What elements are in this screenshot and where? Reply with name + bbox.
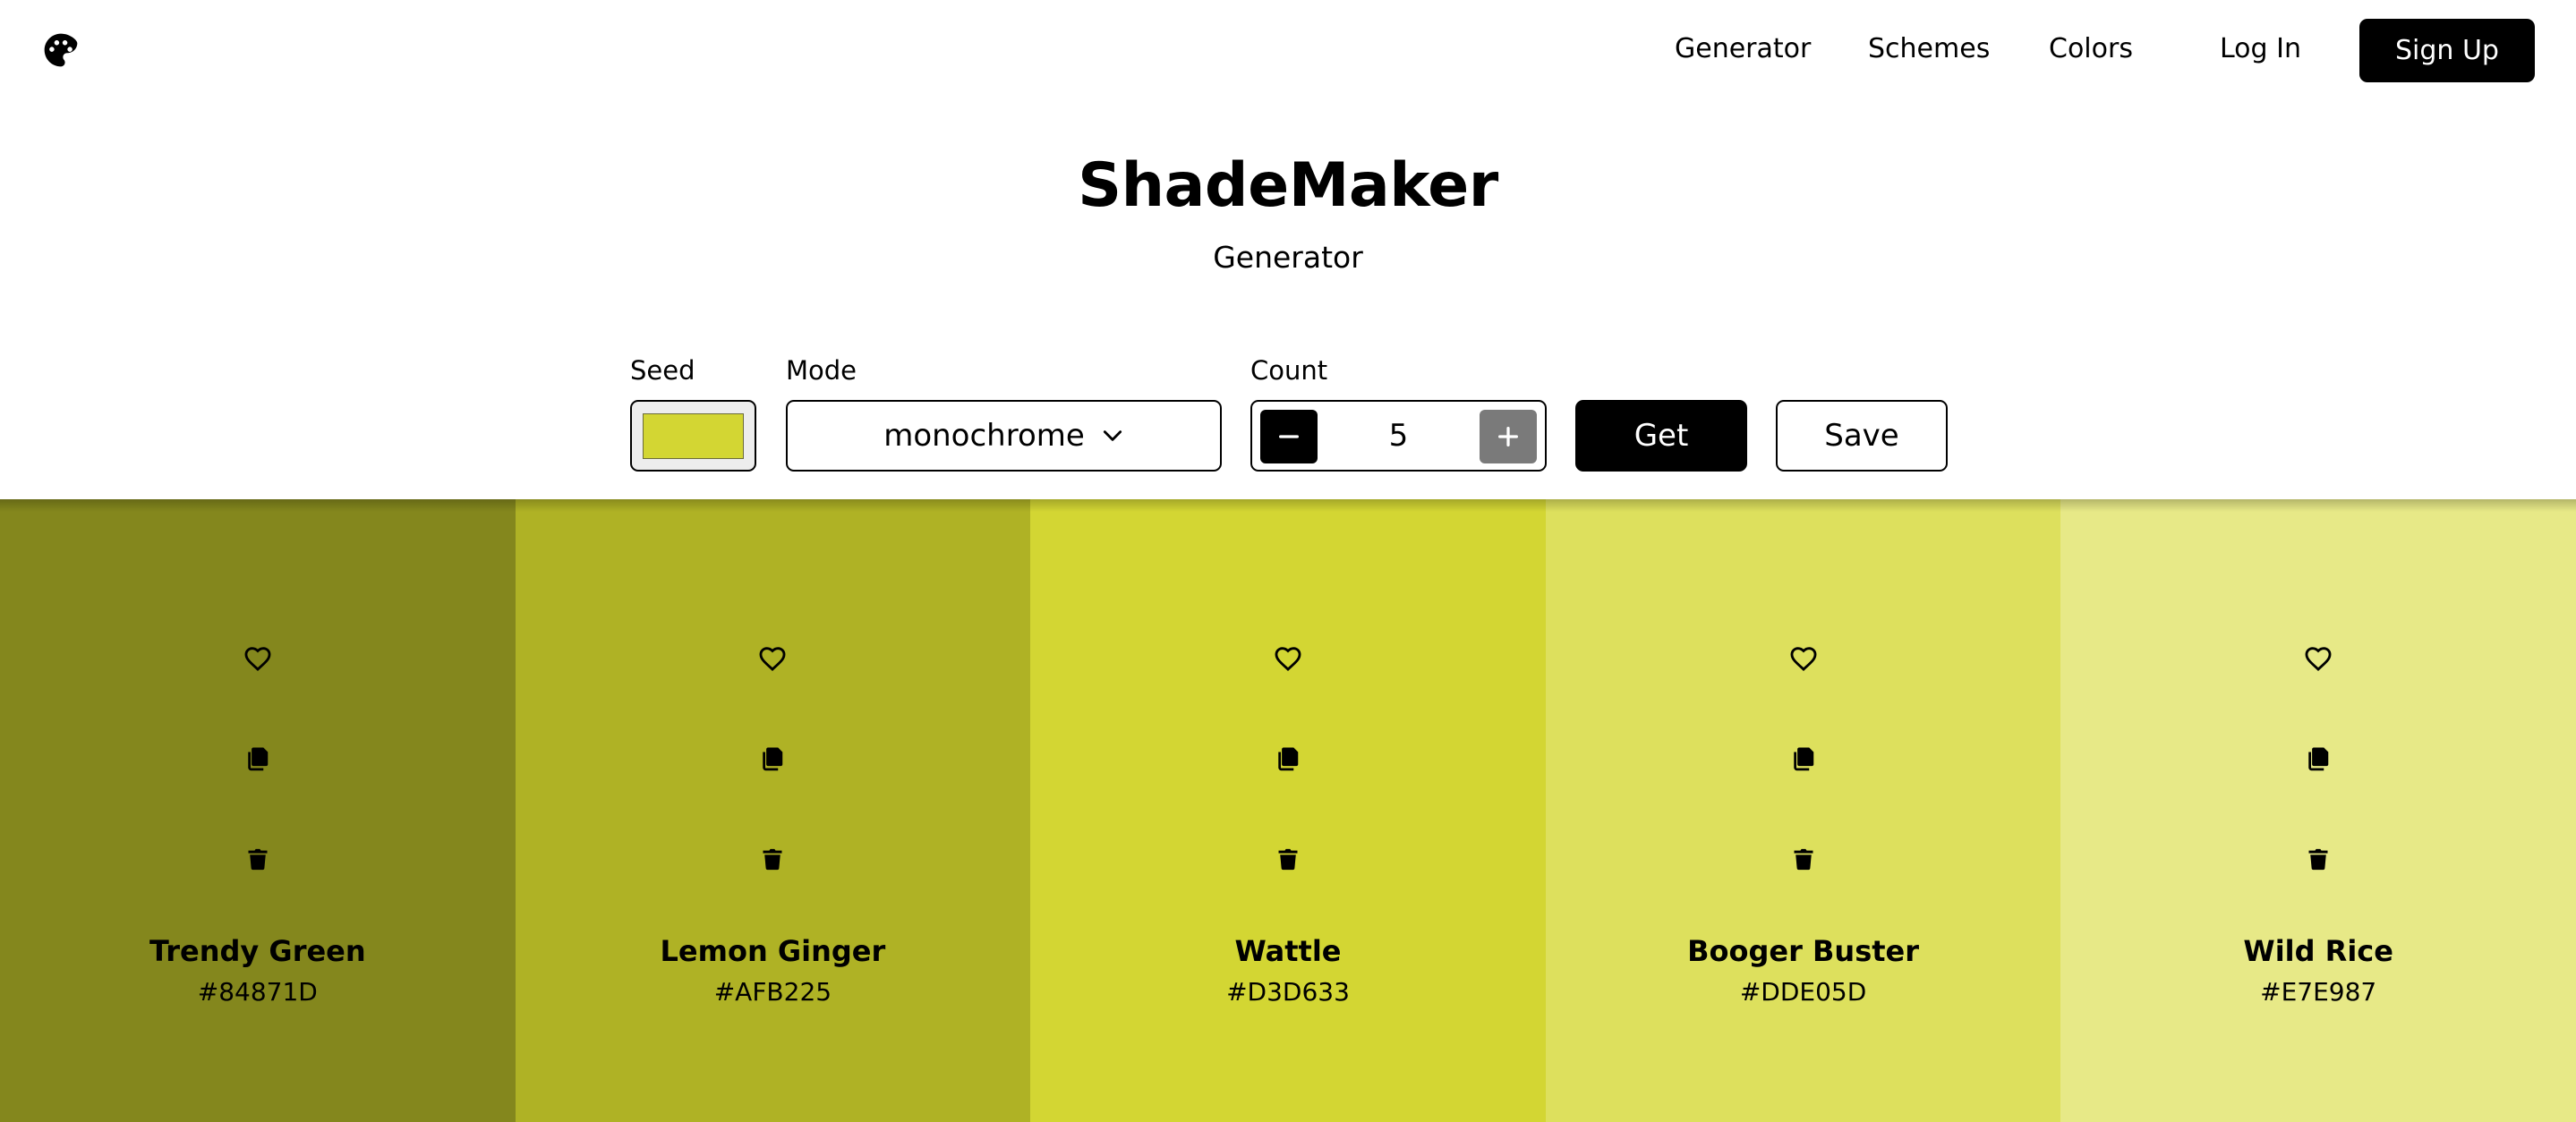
color-name: Trendy Green: [149, 934, 366, 968]
top-nav: Generator Schemes Colors Log In Sign Up: [0, 0, 2576, 98]
color-hex[interactable]: #DDE05D: [1546, 976, 2061, 1008]
mode-select-value: monochrome: [883, 418, 1085, 454]
color-hex[interactable]: #84871D: [0, 976, 516, 1008]
color-swatch: Trendy Green #84871D: [0, 499, 516, 1122]
page-title: ShadeMaker: [1078, 150, 1498, 221]
decrement-button[interactable]: [1260, 410, 1318, 463]
trash-icon[interactable]: [756, 843, 789, 875]
minus-icon: [1279, 435, 1299, 438]
chevron-down-icon: [1103, 430, 1122, 441]
heart-icon[interactable]: [756, 642, 789, 675]
color-hex[interactable]: #D3D633: [1030, 976, 1546, 1008]
nav-link-generator[interactable]: Generator: [1675, 32, 1811, 66]
nav-link-colors[interactable]: Colors: [2049, 32, 2133, 66]
heart-icon[interactable]: [242, 642, 274, 675]
color-swatch: Wattle #D3D633: [1030, 499, 1546, 1122]
copy-icon[interactable]: [1787, 743, 1820, 775]
copy-icon[interactable]: [1272, 743, 1304, 775]
login-link[interactable]: Log In: [2220, 32, 2301, 66]
color-name: Wild Rice: [2243, 934, 2393, 968]
mode-select[interactable]: monochrome: [786, 400, 1222, 472]
count-label: Count: [1250, 355, 1328, 386]
heart-icon[interactable]: [1272, 642, 1304, 675]
plus-icon: [1498, 427, 1518, 446]
color-swatch: Booger Buster #DDE05D: [1545, 499, 2061, 1122]
palette-icon[interactable]: [41, 30, 81, 70]
color-palette: Trendy Green #84871D Lemon Ginger #AFB22…: [0, 499, 2576, 1122]
color-hex[interactable]: #E7E987: [2060, 976, 2576, 1008]
trash-icon[interactable]: [2302, 843, 2334, 875]
trash-icon[interactable]: [1272, 843, 1304, 875]
color-swatch: Wild Rice #E7E987: [2060, 499, 2576, 1122]
seed-label: Seed: [630, 355, 695, 386]
color-name: Lemon Ginger: [660, 934, 886, 968]
trash-icon[interactable]: [1787, 843, 1820, 875]
copy-icon[interactable]: [242, 743, 274, 775]
seed-color-picker[interactable]: [630, 400, 756, 472]
signup-button[interactable]: Sign Up: [2359, 19, 2535, 82]
heart-icon[interactable]: [2302, 642, 2334, 675]
count-value[interactable]: 5: [1324, 402, 1473, 470]
heart-icon[interactable]: [1787, 642, 1820, 675]
save-button[interactable]: Save: [1776, 400, 1948, 472]
color-name: Wattle: [1234, 934, 1342, 968]
copy-icon[interactable]: [756, 743, 789, 775]
color-name: Booger Buster: [1687, 934, 1920, 968]
trash-icon[interactable]: [242, 843, 274, 875]
color-hex[interactable]: #AFB225: [516, 976, 1031, 1008]
page-subtitle: Generator: [1213, 240, 1363, 275]
nav-link-schemes[interactable]: Schemes: [1868, 32, 1990, 66]
seed-color-swatch: [643, 413, 744, 459]
get-button[interactable]: Get: [1575, 400, 1747, 472]
mode-label: Mode: [786, 355, 857, 386]
count-stepper: 5: [1250, 400, 1547, 472]
color-swatch: Lemon Ginger #AFB225: [515, 499, 1031, 1122]
copy-icon[interactable]: [2302, 743, 2334, 775]
increment-button[interactable]: [1480, 410, 1537, 463]
